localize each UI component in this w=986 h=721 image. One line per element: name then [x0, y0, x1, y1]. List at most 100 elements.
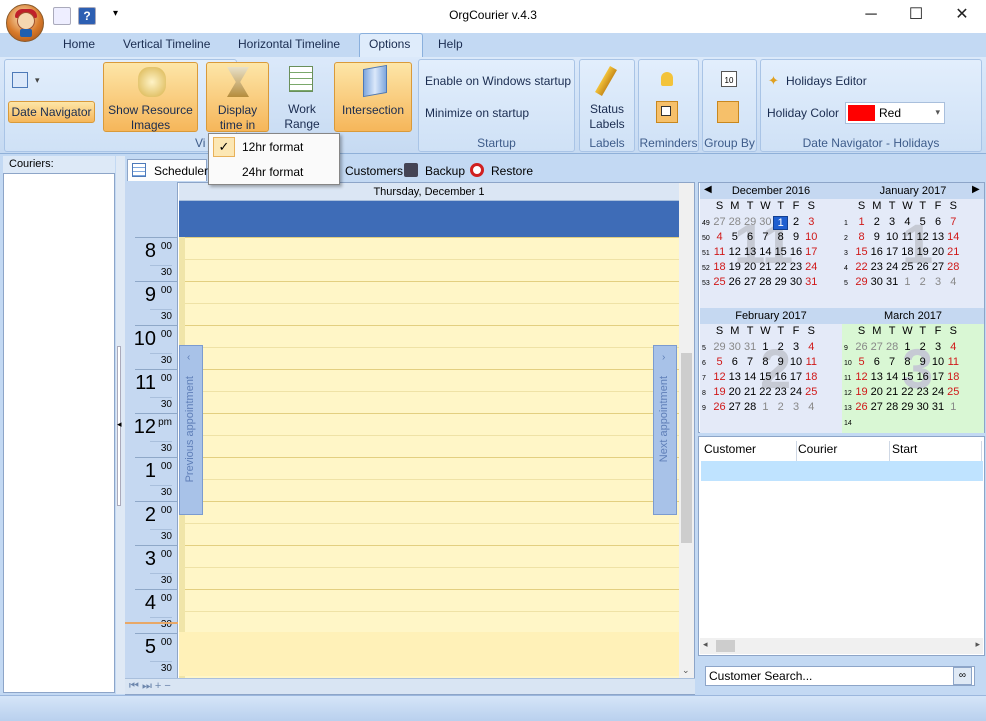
- calendar-day[interactable]: 20: [931, 246, 946, 258]
- tab-vertical-timeline[interactable]: Vertical Timeline: [123, 37, 210, 51]
- calendar-day[interactable]: 9: [789, 231, 804, 243]
- maximize-button[interactable]: ☐: [893, 0, 939, 30]
- calendar-day[interactable]: 3: [885, 216, 900, 228]
- calendar-day[interactable]: 21: [946, 246, 961, 258]
- next-appointment-button[interactable]: › Next appointment: [653, 345, 677, 515]
- calendar-day[interactable]: 26: [854, 341, 869, 353]
- calendar-day[interactable]: 30: [789, 276, 804, 288]
- table-row[interactable]: [701, 461, 983, 481]
- calendar-day[interactable]: 6: [931, 216, 946, 228]
- reminder-window-icon[interactable]: [656, 101, 678, 123]
- appointment-grid[interactable]: [179, 237, 679, 678]
- calendar-day[interactable]: 3: [931, 276, 946, 288]
- calendar-day[interactable]: 18: [804, 371, 819, 383]
- calendar-day[interactable]: 31: [885, 276, 900, 288]
- calendar-day[interactable]: 28: [885, 341, 900, 353]
- calendar-day[interactable]: 4: [712, 231, 727, 243]
- calendar-day[interactable]: 18: [900, 246, 915, 258]
- calendar-day[interactable]: 16: [869, 246, 884, 258]
- calendar-day[interactable]: 22: [758, 386, 773, 398]
- calendar-day[interactable]: 8: [758, 356, 773, 368]
- group-by-icon[interactable]: [717, 101, 739, 123]
- scheduler-vertical-scrollbar[interactable]: ⌄: [679, 183, 694, 678]
- calendar-day[interactable]: 23: [773, 386, 788, 398]
- calendar-day[interactable]: 26: [854, 401, 869, 413]
- calendar-day[interactable]: 3: [789, 341, 804, 353]
- holiday-color-select[interactable]: Red ▾: [845, 102, 945, 124]
- calendar-day[interactable]: 8: [773, 231, 788, 243]
- calendar-day[interactable]: 25: [900, 261, 915, 273]
- calendar-day[interactable]: 19: [727, 261, 742, 273]
- calendar-day[interactable]: 13: [931, 231, 946, 243]
- calendar-day[interactable]: 15: [900, 371, 915, 383]
- column-customer[interactable]: Customer: [704, 441, 797, 461]
- calendar-day[interactable]: 23: [869, 261, 884, 273]
- calendar-day[interactable]: 19: [915, 246, 930, 258]
- tab-scheduler[interactable]: Scheduler: [154, 161, 208, 181]
- calendar-day[interactable]: 16: [789, 246, 804, 258]
- calendar-day[interactable]: 22: [773, 261, 788, 273]
- calendar-day[interactable]: 3: [931, 341, 946, 353]
- calendar-day[interactable]: 25: [946, 386, 961, 398]
- calendar-day[interactable]: 29: [773, 276, 788, 288]
- calendar-day[interactable]: 17: [789, 371, 804, 383]
- calendar-day[interactable]: 7: [946, 216, 961, 228]
- calendar-day[interactable]: 4: [804, 341, 819, 353]
- calendar-day[interactable]: 30: [758, 216, 773, 228]
- calendar-day[interactable]: 10: [789, 356, 804, 368]
- calendar-day[interactable]: 4: [900, 216, 915, 228]
- calendar-day[interactable]: 20: [727, 386, 742, 398]
- scrollbar-thumb[interactable]: [681, 353, 692, 543]
- calendar-day[interactable]: 29: [712, 341, 727, 353]
- calendar-day[interactable]: 25: [804, 386, 819, 398]
- calendar-day[interactable]: 21: [743, 386, 758, 398]
- calendar-day[interactable]: 1: [773, 216, 789, 230]
- calendar-day[interactable]: 4: [946, 341, 961, 353]
- scheduler-nav-bar[interactable]: ⏮ ⏭ + −: [125, 678, 695, 694]
- calendar-day[interactable]: 23: [789, 261, 804, 273]
- calendar-day[interactable]: 11: [712, 246, 727, 258]
- calendar-day[interactable]: 14: [743, 371, 758, 383]
- calendar-day[interactable]: 2: [773, 341, 788, 353]
- calendar-day[interactable]: 10: [931, 356, 946, 368]
- calendar-day[interactable]: 16: [773, 371, 788, 383]
- tab-options[interactable]: Options: [369, 37, 410, 51]
- couriers-list[interactable]: [3, 156, 115, 693]
- minimize-button[interactable]: ─: [848, 0, 894, 30]
- calendar-day[interactable]: 18: [712, 261, 727, 273]
- intersection-button[interactable]: Intersection: [334, 62, 412, 132]
- calendar-day[interactable]: 24: [789, 386, 804, 398]
- calendar-day[interactable]: 28: [758, 276, 773, 288]
- calendar-day[interactable]: 30: [915, 401, 930, 413]
- calendar-day[interactable]: 20: [869, 386, 884, 398]
- minimize-on-startup[interactable]: Minimize on startup: [425, 106, 529, 120]
- tab-restore[interactable]: Restore: [491, 161, 533, 181]
- calendar-day[interactable]: 28: [743, 401, 758, 413]
- calendar-day[interactable]: 19: [854, 386, 869, 398]
- calendar-month[interactable]: December 2016 11 S M T W T F S 27 28 29 30 1 2 3 4 5 6 7 8 9 1…: [700, 183, 842, 308]
- calendar-day[interactable]: 23: [915, 386, 930, 398]
- calendar-day[interactable]: 17: [885, 246, 900, 258]
- calendar-day[interactable]: 18: [946, 371, 961, 383]
- calendar-day[interactable]: 29: [854, 276, 869, 288]
- calendar-day[interactable]: 13: [727, 371, 742, 383]
- calendar-day[interactable]: 12: [854, 371, 869, 383]
- calendar-day[interactable]: 2: [915, 276, 930, 288]
- calendar-day[interactable]: 7: [758, 231, 773, 243]
- status-labels-button[interactable]: Status Labels: [582, 62, 632, 132]
- tab-help[interactable]: Help: [438, 37, 463, 51]
- work-range-button[interactable]: Work Range: [277, 62, 327, 132]
- calendar-day[interactable]: 7: [885, 356, 900, 368]
- layout-icon[interactable]: [12, 72, 28, 88]
- calendar-day[interactable]: 13: [743, 246, 758, 258]
- calendar-day[interactable]: 31: [743, 341, 758, 353]
- calendar-month[interactable]: January 2017 1 S M T W T F S 1 2 3 4 5 6 7 8 9 10 11 12 13 14 1…: [842, 183, 984, 308]
- tab-customers[interactable]: Customers: [345, 161, 403, 181]
- calendar-day[interactable]: 1: [758, 341, 773, 353]
- calendar-icon[interactable]: 10: [721, 71, 737, 87]
- calendar-day[interactable]: 12: [712, 371, 727, 383]
- calendar-day[interactable]: 2: [869, 216, 884, 228]
- calendar-day[interactable]: 9: [915, 356, 930, 368]
- calendar-day[interactable]: 5: [712, 356, 727, 368]
- calendar-day[interactable]: 1: [854, 216, 869, 228]
